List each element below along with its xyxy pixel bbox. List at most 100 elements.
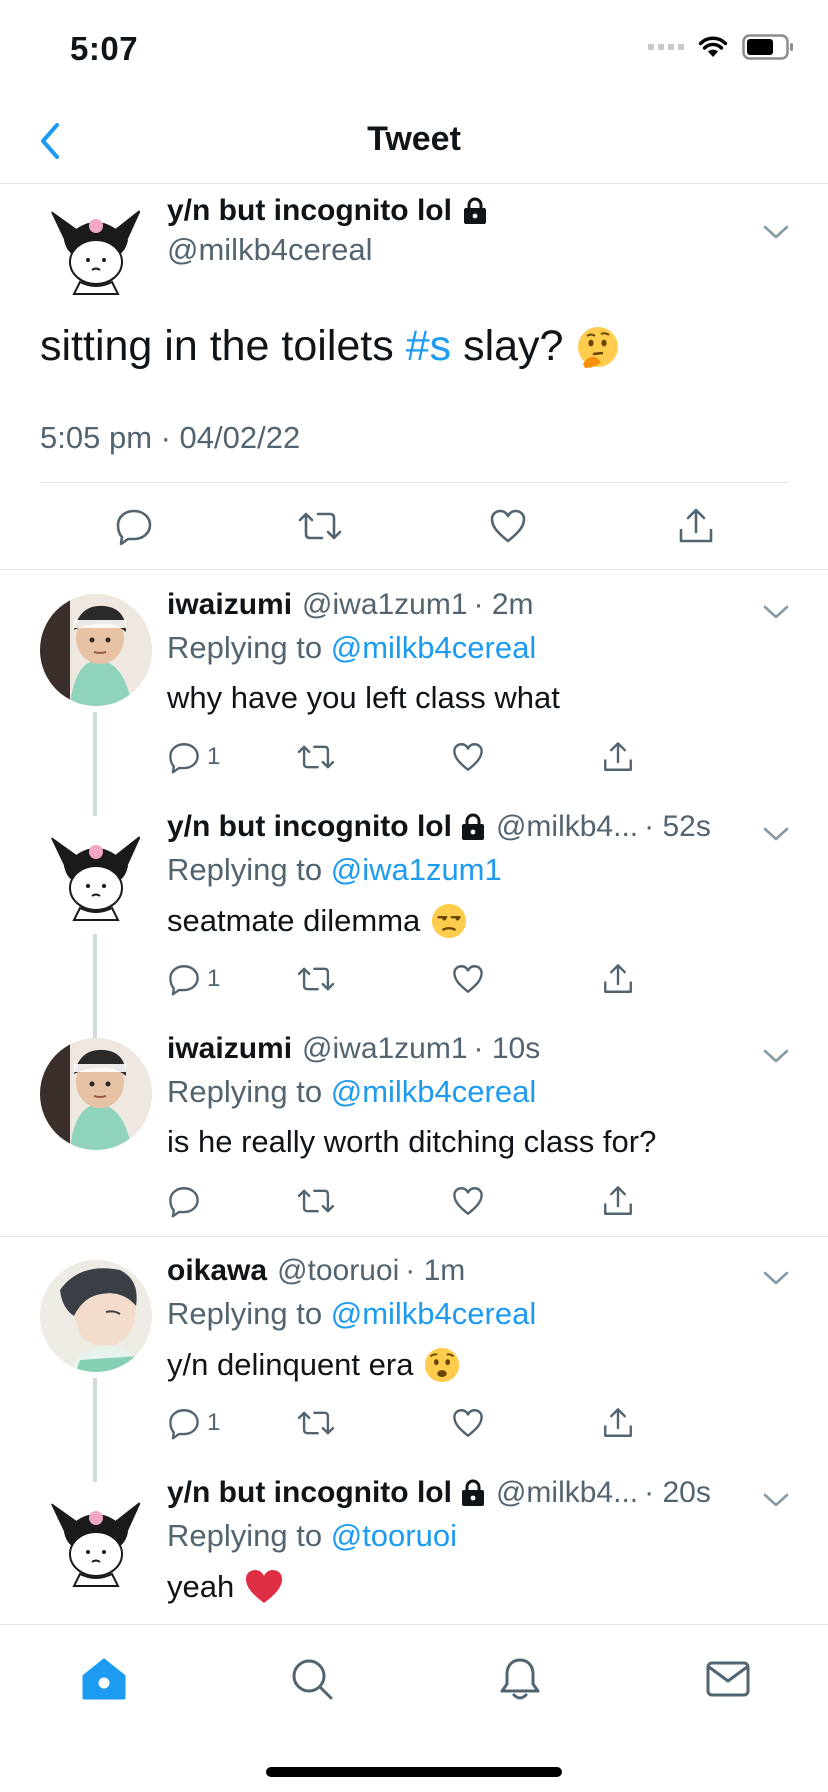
retweet-button[interactable] [298, 504, 342, 548]
replying-to-link[interactable]: @milkb4cereal [331, 630, 536, 665]
tweet-text: sitting in the toilets #s slay? [40, 322, 621, 371]
reply-text: y/n delinquent era [167, 1346, 461, 1384]
avatar[interactable] [40, 1038, 152, 1150]
status-icons [648, 34, 794, 60]
replying-to-link[interactable]: @milkb4cereal [331, 1296, 536, 1331]
status-bar: 5:07 [0, 0, 828, 100]
handle: @tooruoi [277, 1254, 400, 1287]
replying-to-label: Replying to [167, 852, 331, 887]
lock-icon [463, 197, 486, 224]
handle: @milkb4... [495, 1476, 639, 1509]
like-button[interactable] [451, 1182, 485, 1220]
thread-line [93, 1458, 97, 1482]
reply-button[interactable]: 1 [167, 738, 220, 776]
like-button[interactable] [451, 960, 485, 998]
reply-text-content: yeah [167, 1569, 235, 1604]
like-button[interactable] [451, 1404, 485, 1442]
share-button[interactable] [674, 504, 718, 548]
retweet-button[interactable] [297, 1182, 335, 1220]
display-name[interactable]: iwaizumi [167, 1032, 292, 1066]
reply-icon [169, 1409, 199, 1440]
reply-icon [169, 965, 199, 996]
cellular-signal-icon [648, 44, 684, 50]
retweet-icon [297, 745, 335, 769]
author-info[interactable]: y/n but incognito lol @milkb4cereal [167, 194, 488, 268]
replying-to: Replying to @milkb4cereal [167, 1296, 536, 1332]
handle: @milkb4cereal [167, 232, 373, 267]
replying-to-link[interactable]: @milkb4cereal [331, 1074, 536, 1109]
reply-button[interactable]: 1 [167, 960, 220, 998]
nav-bar: Tweet [0, 100, 828, 184]
handle: @iwa1zum1 [302, 1032, 468, 1065]
timestamp: · 2m [473, 588, 534, 621]
retweet-icon [298, 512, 342, 540]
share-button[interactable] [601, 1404, 635, 1442]
replying-to-link[interactable]: @iwa1zum1 [331, 852, 502, 887]
replying-to-label: Replying to [167, 1296, 331, 1331]
retweet-button[interactable] [297, 1404, 335, 1442]
share-button[interactable] [601, 1182, 635, 1220]
oikawa-avatar-icon [40, 1260, 152, 1372]
share-button[interactable] [601, 960, 635, 998]
tweet-text-after: slay? [451, 322, 564, 370]
avatar[interactable] [40, 816, 152, 928]
retweet-icon [297, 1189, 335, 1213]
avatar[interactable] [40, 594, 152, 706]
chevron-down-icon[interactable] [762, 1492, 790, 1508]
reply-tweet[interactable]: iwaizumi @iwa1zum1 · 2m Replying to @mil… [0, 570, 828, 792]
reply-icon [169, 743, 199, 774]
replying-to: Replying to @tooruoi [167, 1518, 457, 1554]
reply-actions: 1 [167, 960, 667, 1000]
reply-tweet[interactable]: iwaizumi @iwa1zum1 · 10s Replying to @mi… [0, 1014, 828, 1236]
tab-notifications[interactable] [492, 1651, 548, 1707]
replying-to-link[interactable]: @tooruoi [331, 1518, 457, 1553]
tab-search[interactable] [284, 1651, 340, 1707]
reply-button[interactable] [112, 504, 156, 548]
timestamp: · 52s [644, 810, 711, 843]
reply-actions: 1 [167, 1404, 667, 1444]
page-title: Tweet [367, 120, 461, 158]
reply-button[interactable]: 1 [167, 1404, 220, 1442]
retweet-button[interactable] [297, 960, 335, 998]
thread-line [93, 934, 97, 1014]
tab-messages[interactable] [700, 1651, 756, 1707]
chevron-down-icon[interactable] [762, 604, 790, 620]
chevron-down-icon[interactable] [762, 1048, 790, 1064]
retweet-button[interactable] [297, 738, 335, 776]
main-tweet: y/n but incognito lol @milkb4cereal sitt… [0, 184, 828, 570]
thinking-face-emoji [578, 326, 619, 368]
reply-header: iwaizumi @iwa1zum1 · 10s [167, 1032, 540, 1066]
heart-icon [490, 509, 526, 543]
reply-button[interactable] [167, 1182, 207, 1220]
reply-tweet[interactable]: y/n but incognito lol @milkb4... · 52s R… [0, 792, 828, 1014]
iwaizumi-avatar-icon [40, 594, 152, 706]
replying-to: Replying to @iwa1zum1 [167, 852, 502, 888]
heart-icon [453, 1409, 483, 1437]
reply-text-content: y/n delinquent era [167, 1347, 414, 1382]
replying-to: Replying to @milkb4cereal [167, 1074, 536, 1110]
share-button[interactable] [601, 738, 635, 776]
avatar[interactable] [40, 1260, 152, 1372]
chevron-down-icon[interactable] [762, 1270, 790, 1286]
unamused-face-emoji [432, 903, 467, 939]
reply-tweet[interactable]: y/n but incognito lol @milkb4... · 20s R… [0, 1458, 828, 1624]
reply-tweet[interactable]: oikawa @tooruoi · 1m Replying to @milkb4… [0, 1236, 828, 1458]
avatar[interactable] [40, 1482, 152, 1594]
like-button[interactable] [486, 504, 530, 548]
like-button[interactable] [451, 738, 485, 776]
display-name[interactable]: oikawa [167, 1254, 267, 1288]
display-name[interactable]: iwaizumi [167, 588, 292, 622]
replying-to-label: Replying to [167, 1518, 331, 1553]
chevron-down-icon[interactable] [762, 224, 790, 240]
tweet-timestamp: 5:05 pm · 04/02/22 [40, 420, 301, 455]
tab-home[interactable] [76, 1651, 132, 1707]
status-time: 5:07 [70, 30, 139, 67]
reply-text-content: seatmate dilemma [167, 903, 421, 938]
hashtag-link[interactable]: #s [406, 322, 451, 371]
reply-text: yeah [167, 1568, 284, 1606]
display-name-group[interactable]: y/n but incognito lol [167, 1476, 486, 1510]
avatar[interactable] [40, 190, 152, 302]
display-name-group[interactable]: y/n but incognito lol [167, 810, 486, 844]
kuromi-avatar-icon [40, 816, 152, 928]
chevron-down-icon[interactable] [762, 826, 790, 842]
